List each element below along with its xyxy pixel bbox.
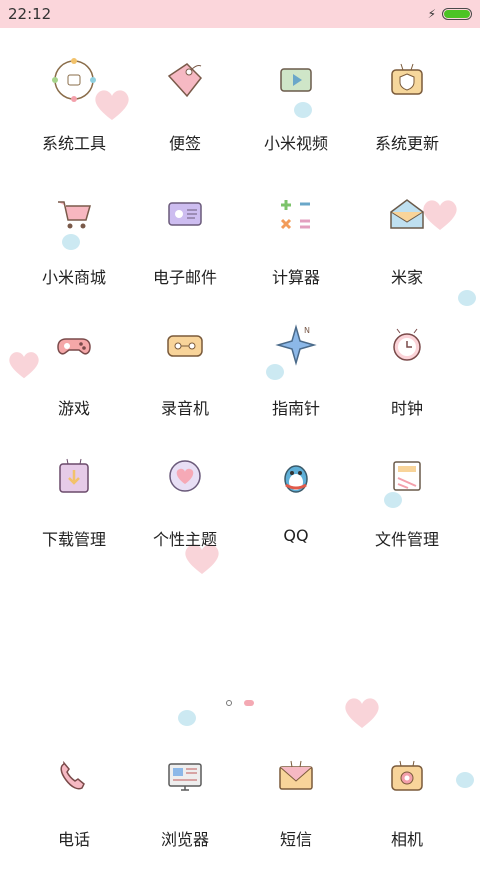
update-shield-icon bbox=[383, 56, 431, 104]
charging-icon: ⚡ bbox=[427, 7, 436, 21]
home-envelope-icon bbox=[383, 190, 431, 238]
app-label: 电话 bbox=[57, 830, 90, 849]
app-label: 短信 bbox=[279, 830, 312, 849]
browser-monitor-icon bbox=[161, 752, 209, 800]
app-label: 个性主题 bbox=[152, 530, 217, 549]
app-label: 时钟 bbox=[390, 399, 423, 418]
app-label: 小米商城 bbox=[41, 268, 106, 287]
app-calculator[interactable]: 计算器 bbox=[236, 190, 356, 310]
app-label: QQ bbox=[283, 526, 309, 545]
status-time: 22:12 bbox=[8, 5, 52, 23]
gamepad-icon bbox=[50, 321, 98, 369]
email-card-icon bbox=[161, 190, 209, 238]
app-label: 浏览器 bbox=[160, 830, 209, 849]
app-games[interactable]: 游戏 bbox=[14, 321, 134, 441]
page-dot-current[interactable] bbox=[244, 700, 254, 706]
app-system-tools[interactable]: 系统工具 bbox=[14, 56, 134, 176]
app-label: 系统更新 bbox=[374, 134, 439, 153]
app-label: 米家 bbox=[390, 268, 423, 287]
blue-blob-decoration bbox=[178, 710, 196, 726]
compass-star-icon: N bbox=[272, 321, 320, 369]
app-label: 系统工具 bbox=[41, 134, 106, 153]
alarm-clock-icon bbox=[383, 321, 431, 369]
app-label: 文件管理 bbox=[374, 530, 439, 549]
svg-text:N: N bbox=[304, 326, 310, 335]
app-notes[interactable]: 便签 bbox=[125, 56, 245, 176]
battery-icon bbox=[442, 8, 472, 20]
app-label: 便签 bbox=[168, 134, 201, 153]
app-qq[interactable]: QQ bbox=[236, 452, 356, 572]
battery-level bbox=[444, 10, 470, 18]
app-mi-store[interactable]: 小米商城 bbox=[14, 190, 134, 310]
app-recorder[interactable]: 录音机 bbox=[125, 321, 245, 441]
app-mijia[interactable]: 米家 bbox=[347, 190, 467, 310]
page-indicator bbox=[0, 700, 480, 706]
heart-theme-icon bbox=[161, 452, 209, 500]
dock-phone[interactable]: 电话 bbox=[14, 752, 134, 872]
app-label: 电子邮件 bbox=[152, 268, 217, 287]
app-label: 小米视频 bbox=[263, 134, 328, 153]
app-email[interactable]: 电子邮件 bbox=[125, 190, 245, 310]
file-folder-icon bbox=[383, 452, 431, 500]
page-dot[interactable] bbox=[226, 700, 232, 706]
app-label: 相机 bbox=[390, 830, 423, 849]
video-player-icon bbox=[272, 56, 320, 104]
app-system-update[interactable]: 系统更新 bbox=[347, 56, 467, 176]
tools-circle-icon bbox=[50, 56, 98, 104]
app-clock[interactable]: 时钟 bbox=[347, 321, 467, 441]
app-mi-video[interactable]: 小米视频 bbox=[236, 56, 356, 176]
app-themes[interactable]: 个性主题 bbox=[125, 452, 245, 572]
sms-envelope-icon bbox=[272, 752, 320, 800]
dock-sms[interactable]: 短信 bbox=[236, 752, 356, 872]
status-icons: ⚡ bbox=[428, 7, 472, 21]
app-downloads[interactable]: 下载管理 bbox=[14, 452, 134, 572]
dock-camera[interactable]: 相机 bbox=[347, 752, 467, 872]
app-file-manager[interactable]: 文件管理 bbox=[347, 452, 467, 572]
app-compass[interactable]: N 指南针 bbox=[236, 321, 356, 441]
phone-icon bbox=[50, 752, 98, 800]
camera-icon bbox=[383, 752, 431, 800]
calculator-symbols-icon bbox=[272, 190, 320, 238]
dock-browser[interactable]: 浏览器 bbox=[125, 752, 245, 872]
shopping-cart-icon bbox=[50, 190, 98, 238]
cassette-recorder-icon bbox=[161, 321, 209, 369]
qq-penguin-icon bbox=[272, 452, 320, 500]
app-label: 录音机 bbox=[160, 399, 209, 418]
status-bar: 22:12 ⚡ bbox=[0, 0, 480, 28]
tag-icon bbox=[161, 56, 209, 104]
app-label: 计算器 bbox=[271, 268, 320, 287]
app-label: 游戏 bbox=[57, 399, 90, 418]
app-label: 指南针 bbox=[271, 399, 320, 418]
download-box-icon bbox=[50, 452, 98, 500]
app-label: 下载管理 bbox=[41, 530, 106, 549]
